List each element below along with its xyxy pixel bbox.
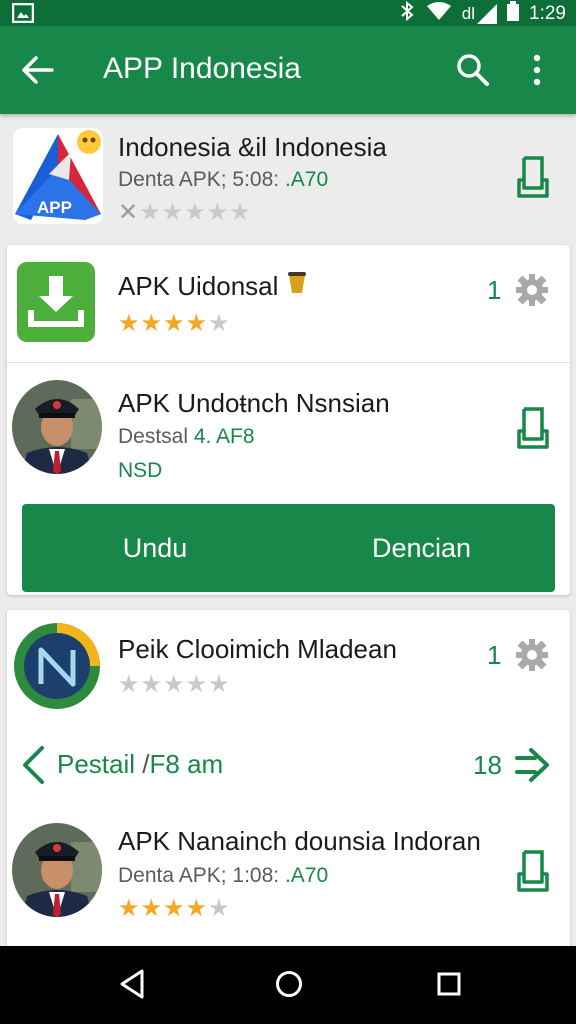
item-name: Peik Clooimich Mladean bbox=[118, 634, 397, 664]
list-item[interactable]: APP Indonesia &il Indonesia Denta APK; 5… bbox=[0, 114, 576, 242]
item-count: 1 bbox=[487, 640, 502, 670]
item-name: APK Uidonsal bbox=[118, 269, 308, 302]
phone-download-icon[interactable] bbox=[516, 152, 550, 205]
divider bbox=[7, 362, 570, 363]
nav-back-icon[interactable] bbox=[118, 968, 146, 1005]
item-subtitle-a: Denta APK; 5:08: bbox=[118, 168, 285, 191]
undu-button[interactable]: Undu bbox=[22, 504, 288, 592]
back-arrow-icon[interactable] bbox=[20, 52, 56, 93]
item-subtitle: Denta APK; 1:08: .A70 bbox=[118, 864, 328, 888]
settings-gear-icon[interactable] bbox=[515, 273, 549, 312]
nav-recents-icon[interactable] bbox=[436, 968, 462, 1005]
signal-icon: dl bbox=[461, 3, 498, 24]
pager-label-text: Pestail bbox=[57, 749, 136, 779]
item-subtitle: Denta APK; 5:08: .A70 bbox=[118, 168, 328, 192]
app-card: Peik Clooimich Mladean ★★★★★ 1 Pestail /… bbox=[7, 610, 570, 946]
system-nav-bar bbox=[0, 946, 576, 1024]
avatar-photo bbox=[11, 822, 103, 923]
item-subtitle: Destsal 4. AF8 bbox=[118, 425, 255, 449]
app-list: APP Indonesia &il Indonesia Denta APK; 5… bbox=[0, 114, 576, 946]
pager-label: Pestail /F8 am bbox=[57, 749, 223, 780]
item-count: 1 bbox=[487, 275, 502, 305]
signal-text: dl bbox=[461, 3, 476, 23]
item-subtitle-a: Denta APK; 1:08: bbox=[118, 864, 285, 887]
cup-icon bbox=[286, 271, 308, 301]
app-card: APK Uidonsal ★★★★★ 1 APK Undoŧnch Nsnsia… bbox=[7, 245, 570, 595]
settings-gear-icon[interactable] bbox=[515, 638, 549, 677]
avatar-photo bbox=[11, 379, 103, 480]
app-logo-label: APP bbox=[37, 198, 72, 217]
next-arrow-icon[interactable] bbox=[513, 746, 551, 789]
item-name: Indonesia &il Indonesia bbox=[118, 132, 387, 162]
bluetooth-icon bbox=[398, 0, 416, 26]
phone-download-icon[interactable] bbox=[516, 403, 550, 456]
status-time: 1:29 bbox=[529, 2, 566, 24]
action-button-bar: Undu Dencian bbox=[22, 504, 555, 592]
rating-stars: ★★★★★ bbox=[118, 671, 231, 698]
item-name-text: APK Uidonsal bbox=[118, 271, 279, 301]
item-subtitle-a: Destsal bbox=[118, 425, 194, 448]
item-subtitle-b: .A70 bbox=[284, 864, 329, 887]
battery-icon bbox=[507, 1, 520, 26]
item-name: APK Undoŧnch Nsnsian bbox=[118, 388, 390, 418]
prev-chevron-icon[interactable] bbox=[20, 745, 46, 790]
item-name: APK Nanainch dounsia Indoran bbox=[118, 826, 481, 856]
status-bar: dl 1:29 bbox=[0, 0, 576, 26]
rating-stars: ✕★★★★★ bbox=[118, 199, 252, 226]
pager-separator: / bbox=[142, 749, 150, 779]
search-icon[interactable] bbox=[455, 52, 491, 93]
pager-count: 18 bbox=[473, 750, 502, 780]
app-logo-icon: APP bbox=[13, 128, 103, 229]
pager-label-secondary: F8 am bbox=[149, 749, 224, 779]
phone-download-icon[interactable] bbox=[516, 846, 550, 899]
nav-home-icon[interactable] bbox=[274, 968, 304, 1005]
page-title: APP Indonesia bbox=[103, 52, 301, 85]
app-bar: APP Indonesia bbox=[0, 26, 576, 114]
rating-stars: ★★★★★ bbox=[118, 895, 231, 922]
n-logo-icon bbox=[13, 622, 101, 715]
item-subtitle-b: 4. AF8 bbox=[193, 425, 255, 448]
item-subtitle-b: .A70 bbox=[284, 168, 329, 191]
dencian-button[interactable]: Dencian bbox=[288, 504, 555, 592]
rating-stars: ★★★★★ bbox=[118, 310, 231, 337]
wifi-icon bbox=[426, 1, 452, 26]
more-options-icon[interactable] bbox=[532, 54, 542, 91]
gallery-notification-icon bbox=[11, 2, 35, 28]
download-app-icon bbox=[17, 262, 95, 347]
item-extra: NSD bbox=[118, 459, 163, 482]
